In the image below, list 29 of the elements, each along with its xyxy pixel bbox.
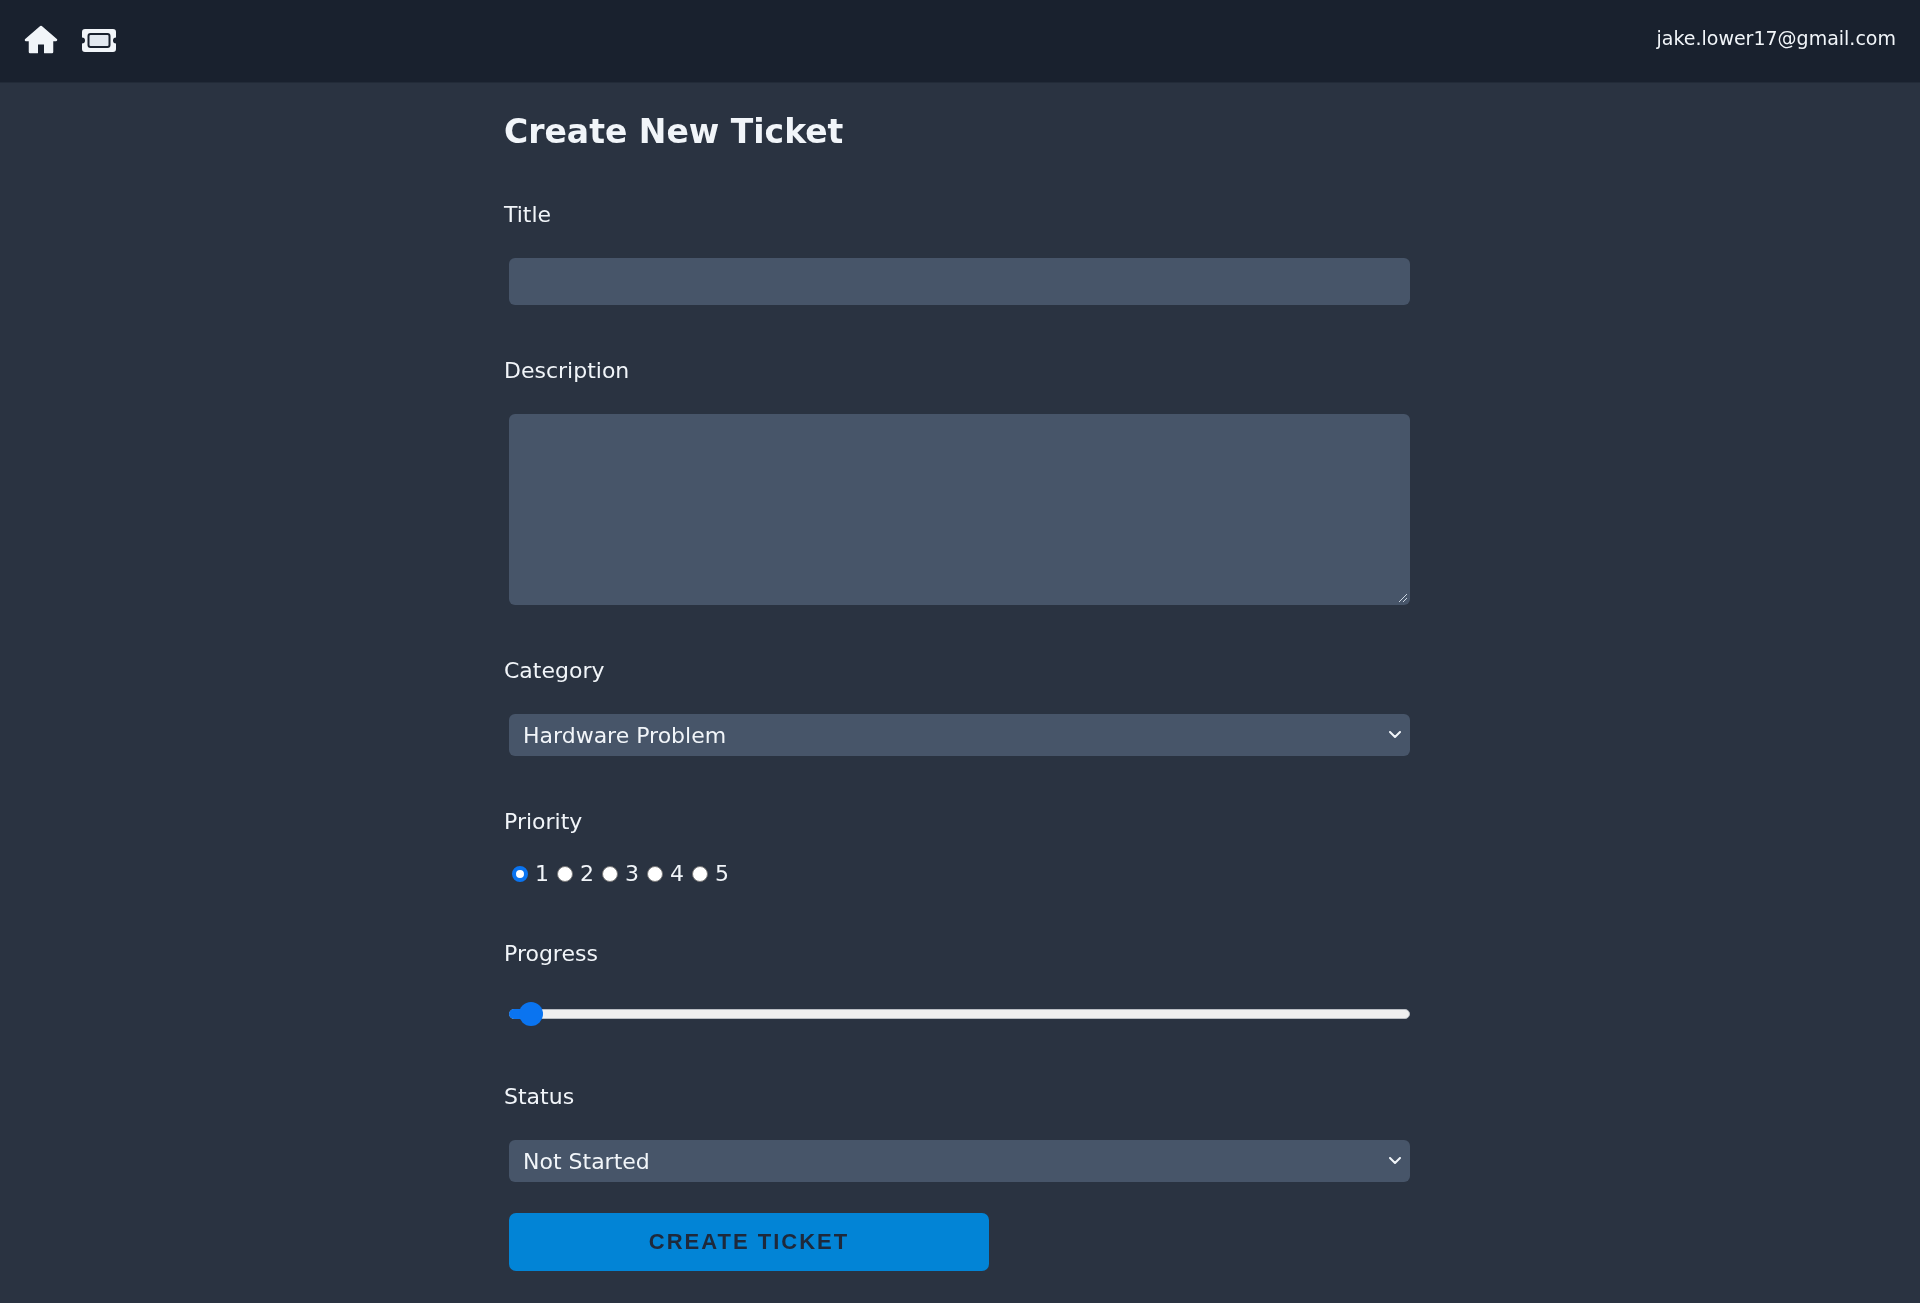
page-heading: Create New Ticket (504, 112, 844, 152)
user-email: jake.lower17@gmail.com (1656, 27, 1896, 49)
dropdown-select[interactable]: Hardware Problem (509, 714, 1410, 756)
radio-option-label: 4 (670, 860, 684, 888)
radio-button[interactable] (602, 866, 618, 882)
radio-option-label: 1 (535, 860, 549, 888)
radio-button[interactable] (512, 866, 528, 882)
chevron-down-icon (1389, 731, 1401, 739)
radio-button[interactable] (557, 866, 573, 882)
field-label: Status (504, 1083, 575, 1111)
radio-button[interactable] (647, 866, 663, 882)
text-input-field[interactable] (509, 258, 1410, 305)
radio-option-label: 3 (625, 860, 639, 888)
create-ticket-button[interactable]: CREATE TICKET (509, 1213, 989, 1271)
ticket-icon[interactable] (82, 28, 116, 52)
home-icon[interactable] (24, 24, 58, 54)
resize-grip-icon[interactable] (1398, 593, 1407, 602)
field-label: Category (504, 657, 605, 685)
field-label: Title (504, 201, 552, 229)
field-label: Progress (504, 940, 598, 968)
field-label: Priority (504, 808, 583, 836)
radio-option-label: 2 (580, 860, 594, 888)
radio-button[interactable] (692, 866, 708, 882)
field-label: Description (504, 357, 630, 385)
text-area-field[interactable] (509, 414, 1410, 605)
chevron-down-icon (1389, 1157, 1401, 1165)
radio-option-label: 5 (715, 860, 729, 888)
slider-thumb[interactable] (518, 1002, 543, 1026)
dropdown-select[interactable]: Not Started (509, 1140, 1410, 1182)
